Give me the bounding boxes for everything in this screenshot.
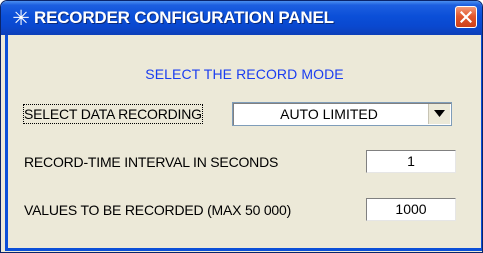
record-time-interval-label: RECORD-TIME INTERVAL IN SECONDS (24, 154, 279, 170)
data-recording-dropdown[interactable]: AUTO LIMITED (232, 102, 452, 126)
values-to-record-label: VALUES TO BE RECORDED (MAX 50 000) (24, 202, 292, 218)
record-time-interval-field[interactable]: 1 (366, 150, 456, 173)
record-mode-heading: SELECT THE RECORD MODE (145, 66, 344, 82)
close-button[interactable] (455, 6, 477, 28)
chevron-down-icon (434, 110, 445, 117)
values-to-record-field[interactable]: 1000 (366, 198, 456, 221)
asterisk-icon: ✳ (12, 6, 30, 30)
dropdown-button[interactable] (428, 104, 450, 124)
select-data-recording-label: SELECT DATA RECORDING (23, 104, 203, 124)
recorder-configuration-window: ✳ RECORDER CONFIGURATION PANEL SELECT TH… (0, 0, 483, 253)
window-title: RECORDER CONFIGURATION PANEL (34, 8, 334, 27)
data-recording-selected-value: AUTO LIMITED (280, 106, 378, 122)
close-icon (460, 11, 472, 23)
configuration-panel: SELECT THE RECORD MODE SELECT DATA RECOR… (5, 35, 482, 251)
title-bar[interactable]: ✳ RECORDER CONFIGURATION PANEL (1, 1, 482, 35)
